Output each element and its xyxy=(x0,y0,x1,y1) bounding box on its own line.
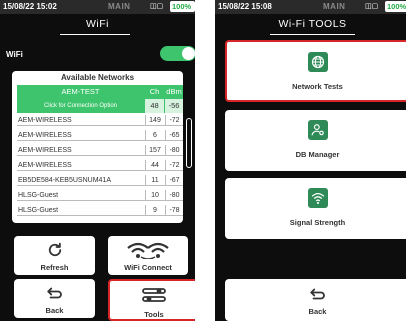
networks-scrollbar[interactable] xyxy=(186,118,192,168)
wifi-label: WiFi xyxy=(6,50,23,59)
back-button[interactable]: Back xyxy=(225,279,406,321)
network-row[interactable]: AEM-WIRELESS 149 -72 xyxy=(17,115,183,126)
network-channel: 6 xyxy=(145,130,164,141)
connected-network-header[interactable]: AEM-TEST Ch dBm xyxy=(17,85,183,99)
wifi-toggle[interactable] xyxy=(160,46,195,61)
battery-indicator: 100% xyxy=(385,1,406,12)
page-title: WiFi xyxy=(86,18,109,30)
db-manager-label: DB Manager xyxy=(295,150,340,159)
globe-icon xyxy=(307,52,328,72)
network-channel: 11 xyxy=(145,175,164,186)
connected-network-dbm: -56 xyxy=(165,99,183,113)
user-settings-icon xyxy=(307,120,328,140)
signal-strength-button[interactable]: Signal Strength xyxy=(225,178,406,239)
network-row[interactable]: HLSG-Guest 10 -80 xyxy=(17,190,183,201)
toggle-knob[interactable] xyxy=(182,47,195,60)
network-dbm: -65 xyxy=(165,130,183,141)
network-channel: 149 xyxy=(145,115,164,126)
back-button[interactable]: Back xyxy=(14,279,95,318)
column-header-dbm: dBm xyxy=(166,87,182,96)
network-row[interactable]: AEM-WIRELESS 44 -72 xyxy=(17,160,183,171)
status-time: 15/08/22 15:08 xyxy=(218,2,272,11)
refresh-icon xyxy=(48,242,61,257)
wifi-connect-button[interactable]: WiFi Connect xyxy=(108,236,188,275)
title-underline xyxy=(270,34,355,35)
network-dbm: -67 xyxy=(165,175,183,186)
back-arrow-icon xyxy=(309,288,325,300)
network-name: HLSG-Guest xyxy=(18,192,59,199)
db-manager-button[interactable]: DB Manager xyxy=(225,110,406,171)
refresh-button[interactable]: Refresh xyxy=(14,236,95,275)
status-time: 15/08/22 15:02 xyxy=(3,2,57,11)
networks-title: Available Networks xyxy=(60,73,135,82)
network-dbm: -80 xyxy=(165,190,183,201)
network-tests-label: Network Tests xyxy=(292,82,343,91)
status-mode: MAIN xyxy=(108,2,131,11)
network-dbm: -78 xyxy=(165,205,183,216)
title-underline xyxy=(60,34,130,35)
status-mode: MAIN xyxy=(323,2,346,11)
network-row[interactable]: AEM-WIRELESS 6 -65 xyxy=(17,130,183,141)
back-label: Back xyxy=(45,306,64,315)
connected-network-name[interactable]: AEM-TEST xyxy=(17,85,144,99)
network-row[interactable]: EB5DE584-KEB5USNUM41A 11 -67 xyxy=(17,175,183,186)
network-channel: 44 xyxy=(145,160,164,171)
wifi-tools-screen: 15/08/22 15:08 MAIN ◫▢ 100% Wi-Fi TOOLS … xyxy=(215,0,406,321)
network-name: AEM-WIRELESS xyxy=(18,132,72,139)
network-channel: 9 xyxy=(145,205,164,216)
network-row[interactable]: AEM-WIRELESS 157 -80 xyxy=(17,145,183,156)
signal-status-icon: ◫▢ xyxy=(150,3,164,10)
connection-option-hint[interactable]: Click for Connection Option xyxy=(17,99,144,113)
network-row[interactable]: HLSG-Guest 9 -78 xyxy=(17,205,183,216)
available-networks-table: Available Networks AEM-TEST Ch dBm Click… xyxy=(12,71,183,223)
network-dbm: -80 xyxy=(165,145,183,156)
column-header-ch: Ch xyxy=(149,87,160,96)
status-bar: 15/08/22 15:02 MAIN ◫▢ 100% xyxy=(0,0,195,14)
tools-button[interactable]: Tools xyxy=(108,279,195,321)
network-dbm: -72 xyxy=(165,160,183,171)
refresh-label: Refresh xyxy=(40,263,69,272)
wifi-screen: 15/08/22 15:02 MAIN ◫▢ 100% WiFi WiFi Av… xyxy=(0,0,195,321)
connected-network-row[interactable]: Click for Connection Option 48 -56 xyxy=(17,99,183,113)
network-name: HLSG-Guest xyxy=(18,207,59,214)
network-dbm: -72 xyxy=(165,115,183,126)
network-tests-button[interactable]: Network Tests xyxy=(225,40,406,102)
wifi-connect-label: WiFi Connect xyxy=(124,263,172,272)
back-label: Back xyxy=(308,307,327,316)
tools-label: Tools xyxy=(144,310,164,319)
network-name: AEM-WIRELESS xyxy=(18,117,72,124)
network-name: EB5DE584-KEB5USNUM41A xyxy=(18,177,111,184)
wifi-signal-icon xyxy=(307,188,328,208)
page-title: Wi-Fi TOOLS xyxy=(278,18,347,30)
network-name: AEM-WIRELESS xyxy=(18,147,72,154)
network-channel: 10 xyxy=(145,190,164,201)
tools-icon xyxy=(142,288,166,302)
signal-status-icon: ◫▢ xyxy=(365,3,379,10)
back-arrow-icon xyxy=(46,287,62,299)
signal-strength-label: Signal Strength xyxy=(289,218,346,227)
network-channel: 157 xyxy=(145,145,164,156)
status-bar: 15/08/22 15:08 MAIN ◫▢ 100% xyxy=(215,0,406,14)
connected-network-ch: 48 xyxy=(145,99,164,113)
battery-indicator: 100% xyxy=(170,1,195,12)
wifi-connect-icon xyxy=(127,242,169,259)
network-name: AEM-WIRELESS xyxy=(18,162,72,169)
